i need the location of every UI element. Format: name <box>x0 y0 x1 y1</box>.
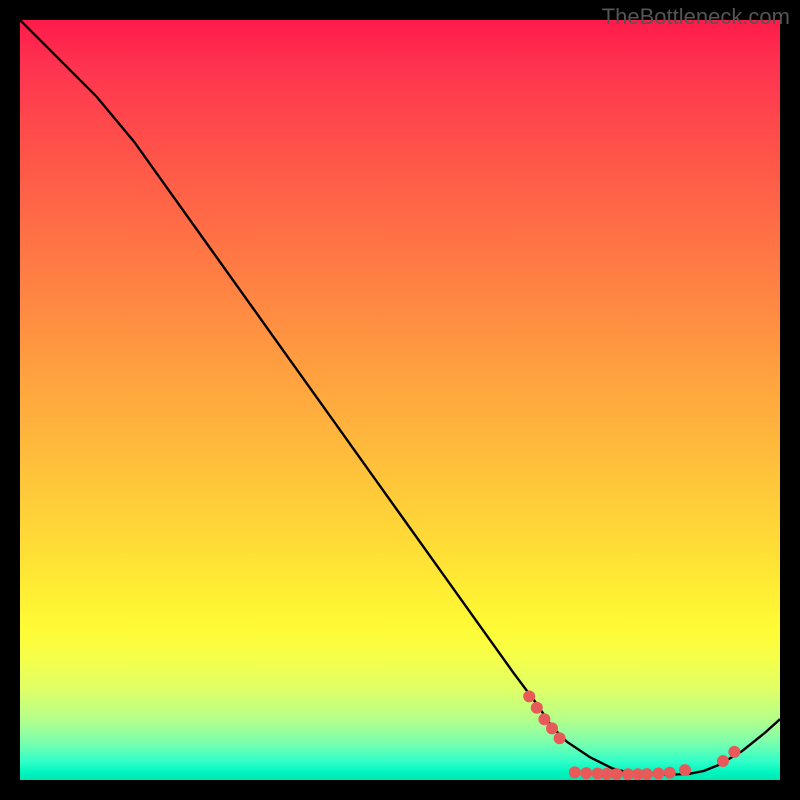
marker-dot <box>546 722 558 734</box>
plot-area <box>20 20 780 780</box>
marker-dot <box>728 746 740 758</box>
marker-dot <box>531 702 543 714</box>
marker-dot <box>580 767 592 779</box>
marker-dot <box>554 732 566 744</box>
marker-dot <box>679 764 691 776</box>
marker-dot <box>664 767 676 779</box>
marker-dot <box>523 690 535 702</box>
watermark-text: TheBottleneck.com <box>602 4 790 30</box>
curve-markers <box>523 690 740 780</box>
marker-dot <box>611 768 623 780</box>
marker-dot <box>717 755 729 767</box>
curve-line <box>20 20 780 775</box>
marker-dot <box>569 766 581 778</box>
marker-dot <box>641 768 653 780</box>
chart-svg <box>20 20 780 780</box>
marker-dot <box>652 768 664 780</box>
